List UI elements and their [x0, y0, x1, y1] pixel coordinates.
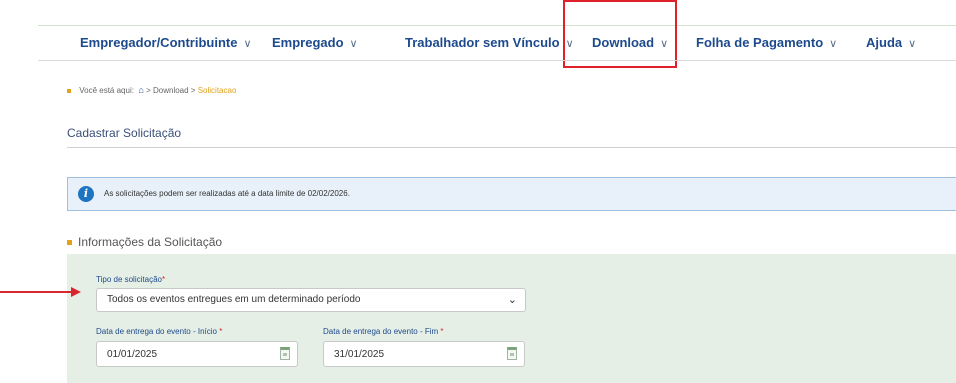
fim-date-value: 31/01/2025 — [334, 349, 385, 360]
chevron-down-icon: ∨ — [243, 38, 252, 50]
title-divider — [67, 147, 956, 148]
inicio-date-value: 01/01/2025 — [107, 349, 158, 360]
inicio-date-input[interactable]: 01/01/2025 — [96, 341, 298, 367]
nav-item-empregador[interactable]: Empregador/Contribuinte ∨ — [80, 32, 252, 54]
breadcrumb-current: Solicitacao — [197, 86, 237, 95]
breadcrumb-separator: > — [146, 86, 151, 95]
chevron-down-icon: ⌄ — [507, 294, 517, 306]
bullet-icon — [67, 240, 72, 246]
fim-label: Data de entrega do evento - Fim * — [323, 327, 444, 336]
chevron-down-icon: ∨ — [829, 38, 838, 50]
top-divider — [38, 25, 956, 26]
nav-label: Trabalhador sem Vínculo — [405, 35, 560, 50]
annotation-arrow-line — [0, 291, 72, 293]
info-icon: i — [78, 186, 94, 202]
required-mark: * — [440, 327, 444, 336]
download-highlight-box — [563, 0, 677, 68]
inicio-label: Data de entrega do evento - Início * — [96, 327, 222, 336]
chevron-down-icon: ∨ — [349, 38, 358, 50]
inicio-label-text: Data de entrega do evento - Início — [96, 327, 217, 336]
tipo-select-value: Todos os eventos entregues em um determi… — [107, 294, 361, 305]
tipo-select[interactable]: Todos os eventos entregues em um determi… — [96, 288, 526, 312]
tipo-label-text: Tipo de solicitação — [96, 275, 162, 284]
breadcrumb-separator: > — [190, 86, 196, 95]
fim-label-text: Data de entrega do evento - Fim — [323, 327, 439, 336]
breadcrumb-prefix: Você está aqui: — [79, 86, 134, 95]
breadcrumb-download[interactable]: Download — [153, 86, 189, 95]
tipo-label: Tipo de solicitação* — [96, 275, 165, 284]
fim-date-input[interactable]: 31/01/2025 — [323, 341, 525, 367]
nav-item-ajuda[interactable]: Ajuda ∨ — [866, 32, 916, 54]
required-mark: * — [161, 275, 166, 284]
breadcrumb: Você está aqui: ⌂ > Download > Solicitac… — [67, 85, 236, 95]
nav-divider — [38, 60, 956, 61]
info-alert: i As solicitações podem ser realizadas a… — [67, 177, 956, 211]
nav-label: Empregador/Contribuinte — [80, 35, 238, 50]
nav-label: Empregado — [272, 35, 344, 50]
nav-label: Folha de Pagamento — [696, 35, 824, 50]
chevron-down-icon: ∨ — [908, 38, 917, 50]
annotation-arrow-head — [71, 287, 81, 297]
calendar-icon[interactable] — [280, 347, 290, 360]
alert-message: As solicitações podem ser realizadas até… — [104, 189, 350, 198]
home-icon[interactable]: ⌂ — [138, 85, 143, 95]
section-title: Informações da Solicitação — [78, 235, 223, 249]
bullet-icon — [67, 88, 71, 93]
required-mark: * — [219, 327, 223, 336]
page-title: Cadastrar Solicitação — [67, 126, 182, 140]
nav-item-folha[interactable]: Folha de Pagamento ∨ — [696, 32, 837, 54]
section-header: Informações da Solicitação — [67, 235, 222, 249]
nav-item-trabalhador[interactable]: Trabalhador sem Vínculo ∨ — [405, 32, 574, 54]
nav-label: Ajuda — [866, 35, 903, 50]
main-nav: Empregador/Contribuinte ∨ Empregado ∨ Trab… — [0, 28, 956, 58]
calendar-icon[interactable] — [507, 347, 517, 360]
nav-item-empregado[interactable]: Empregado ∨ — [272, 32, 358, 54]
